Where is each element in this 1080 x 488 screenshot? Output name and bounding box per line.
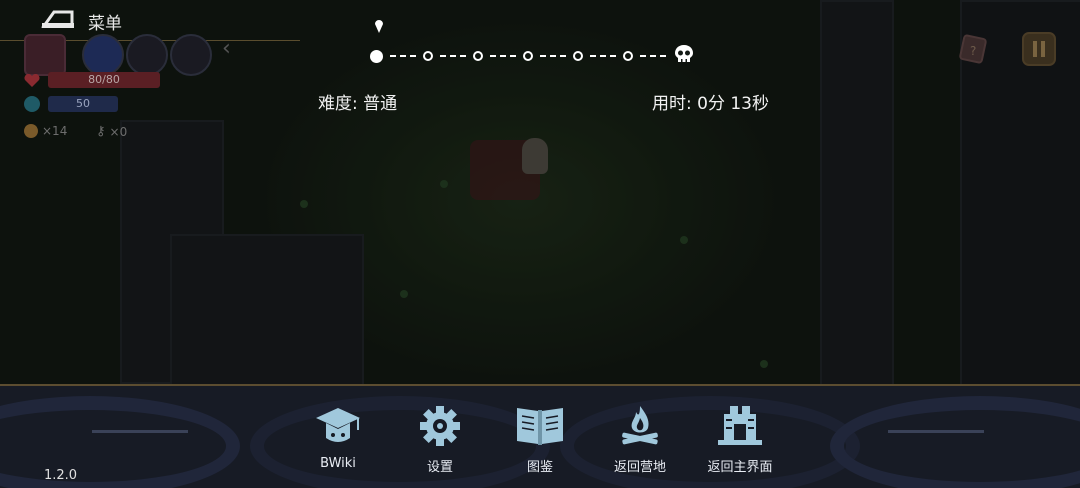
version-label: 1.2.0 [44, 468, 78, 483]
mana-orb-icon [24, 96, 40, 112]
character-portrait[interactable] [24, 34, 66, 76]
menu-label: 菜单 [88, 13, 122, 34]
settings-label: 设置 [426, 460, 453, 475]
return-to-camp-label: 返回营地 [613, 460, 666, 475]
codex-book-icon[interactable]: ? [956, 32, 988, 64]
mana-bar: 50 [48, 96, 118, 112]
heart-icon [24, 73, 40, 92]
location-pin-icon [374, 18, 384, 38]
level-progress-path [370, 44, 695, 68]
return-to-camp-button[interactable]: 返回营地 [600, 404, 680, 475]
key-count: ×0 [109, 124, 128, 139]
health-bar: 80/80 [48, 72, 160, 88]
pause-menu-bar: BWiki 设置 图鉴 返回营地 返回主界面 1.2.0 [0, 384, 1080, 488]
weapon-slot[interactable] [82, 34, 124, 76]
run-timer: 用时: 0分 13秒 [652, 94, 769, 114]
menu-button[interactable]: 菜单 [40, 8, 122, 34]
coin-counter: ×14 [24, 124, 67, 138]
progress-node [423, 51, 433, 61]
key-icon: ⚷ [96, 124, 106, 139]
skill-slot[interactable] [126, 34, 168, 76]
return-to-main-menu-button[interactable]: 返回主界面 [700, 404, 780, 475]
coin-icon [24, 124, 38, 138]
gear-icon [416, 406, 464, 452]
open-book-icon [514, 408, 566, 452]
skill-slot[interactable] [170, 34, 212, 76]
back-arrow-icon [40, 8, 76, 34]
progress-node [473, 51, 483, 61]
progress-node [573, 51, 583, 61]
bwiki-button[interactable]: BWiki [298, 404, 378, 471]
ornament-line-right [888, 430, 984, 433]
chevron-left-icon[interactable]: ‹ [222, 36, 231, 61]
progress-node [623, 51, 633, 61]
decorative-swirl [830, 396, 1080, 488]
codex-label: 图鉴 [526, 460, 553, 475]
skull-icon [673, 44, 695, 68]
ornament-line-left [92, 430, 188, 433]
campfire-icon [616, 406, 664, 452]
graduation-cap-icon [314, 408, 362, 452]
codex-button[interactable]: 图鉴 [500, 404, 580, 475]
return-to-main-menu-label: 返回主界面 [707, 460, 773, 475]
coin-count: ×14 [42, 124, 68, 138]
key-counter: ⚷ ×0 [96, 124, 127, 139]
bwiki-label: BWiki [320, 456, 356, 471]
decorative-swirl [0, 396, 240, 488]
gate-icon [716, 406, 764, 452]
progress-node [523, 51, 533, 61]
pause-button[interactable] [1022, 32, 1056, 66]
settings-button[interactable]: 设置 [400, 404, 480, 475]
svg-text:?: ? [970, 44, 976, 58]
progress-node-current [370, 49, 383, 63]
difficulty-label: 难度: 普通 [318, 94, 398, 114]
